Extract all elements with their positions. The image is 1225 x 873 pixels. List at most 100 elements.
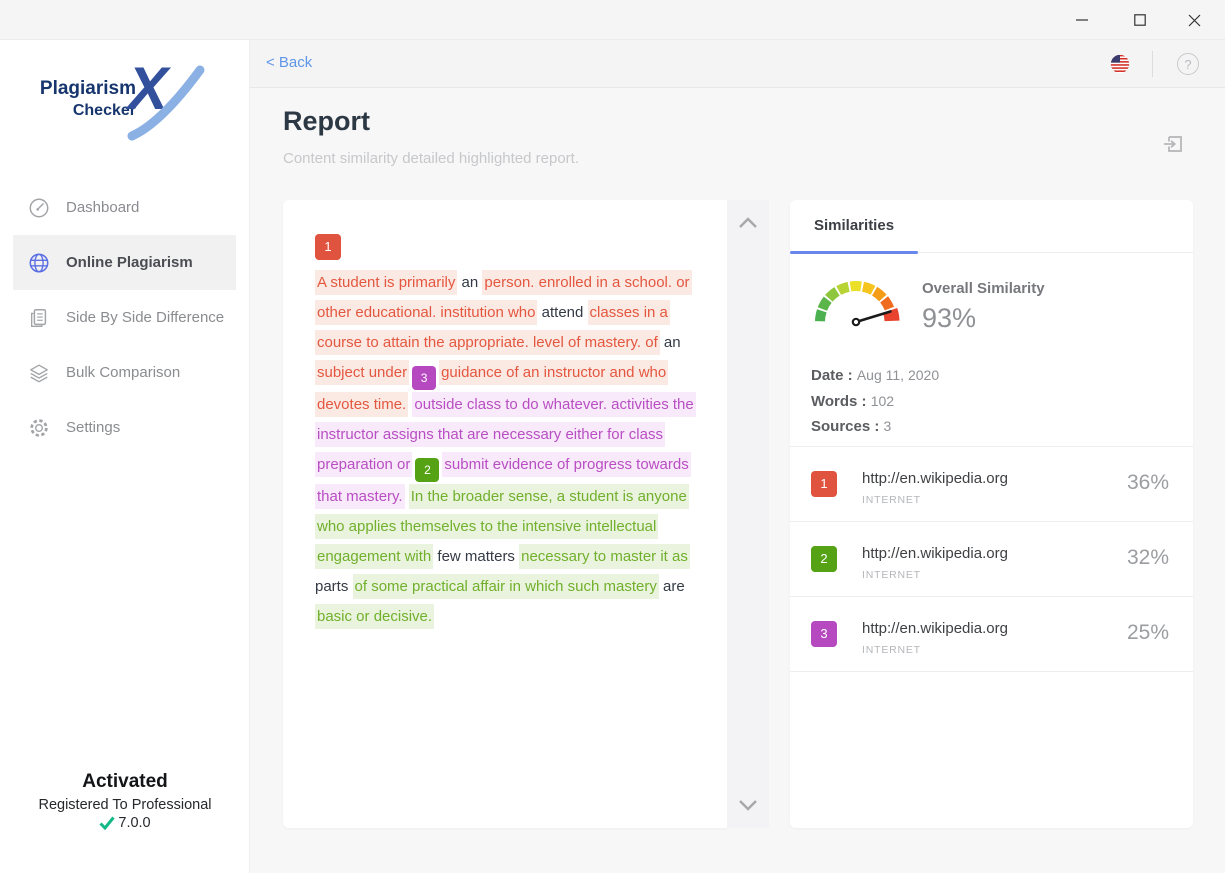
scroll-up-button[interactable] (727, 208, 769, 238)
logo-line2: Checker (0, 101, 136, 120)
source-percent: 32% (1127, 546, 1169, 570)
document-paragraph: A student is primarily an person. enroll… (315, 268, 707, 632)
similarity-gauge (808, 264, 912, 334)
chevron-down-icon (738, 799, 758, 811)
document-inner: 1 A student is primarily an person. enro… (315, 234, 707, 632)
source-marker-badge-2[interactable]: 2 (415, 458, 439, 482)
source-row-3[interactable]: 3http://en.wikipedia.orgINTERNET25% (790, 597, 1193, 672)
help-button[interactable]: ? (1177, 53, 1199, 75)
gauge-segment (822, 300, 827, 309)
activation-status-block: Activated Registered To Professional 7.0… (0, 771, 250, 831)
source-percent: 36% (1127, 471, 1169, 495)
app-logo-text: Plagiarism Checker (0, 78, 136, 120)
tab-active-underline (790, 251, 918, 254)
scroll-down-button[interactable] (727, 790, 769, 820)
gauge-segment (829, 291, 837, 298)
source-number-badge: 2 (811, 546, 837, 572)
source-url[interactable]: http://en.wikipedia.org (862, 470, 1008, 487)
similarities-tabbar: Similarities (790, 200, 1193, 253)
gauge-segment (884, 299, 889, 308)
sidebar-item-dashboard[interactable]: Dashboard (13, 180, 236, 235)
document-scroll-strip (727, 200, 769, 828)
gauge-segment (863, 287, 873, 291)
layers-icon (28, 362, 50, 384)
document-panel: 1 A student is primarily an person. enro… (283, 200, 727, 828)
sidebar-item-side-by-side[interactable]: Side By Side Difference (13, 290, 236, 345)
activation-version: 7.0.0 (118, 815, 150, 831)
logo-swoosh-icon (120, 62, 206, 144)
sources-list: 1 http://en.wikipedia.org INTERNET 36% 2 http… (790, 447, 1193, 672)
sidebar-item-label: Side By Side Difference (66, 309, 224, 326)
back-link[interactable]: < Back (266, 54, 312, 71)
gauge-segment (875, 291, 883, 298)
meta-row: Words : 102 (811, 389, 939, 415)
chevron-up-icon (738, 217, 758, 229)
sidebar-item-settings[interactable]: Settings (13, 400, 236, 455)
maximize-icon (1134, 14, 1146, 26)
sidebar-item-label: Bulk Comparison (66, 364, 180, 381)
documents-icon (28, 307, 50, 329)
meta-row: Sources : 3 (811, 414, 939, 440)
sidebar-item-bulk-comparison[interactable]: Bulk Comparison (13, 345, 236, 400)
sidebar: Plagiarism Checker X Dashboard Online Pl… (0, 40, 250, 873)
plain-text-span: an (457, 274, 482, 291)
highlighted-text-span: basic or decisive. (315, 604, 434, 629)
meta-label: Words : (811, 393, 871, 410)
globe-icon (28, 252, 50, 274)
source-row-1[interactable]: 1 http://en.wikipedia.org INTERNET 36% (790, 447, 1193, 522)
sidebar-item-label: Online Plagiarism (66, 254, 193, 271)
activation-status: Activated (0, 771, 250, 793)
close-button[interactable] (1171, 0, 1217, 40)
plain-text-span: attend (537, 304, 587, 321)
source-number-badge: 3 (811, 621, 837, 647)
minimize-icon (1076, 14, 1088, 26)
source-url[interactable]: http://en.wikipedia.org (862, 620, 1008, 637)
minimize-button[interactable] (1059, 0, 1105, 40)
highlighted-text-span: subject under (315, 360, 409, 385)
activation-version-row: 7.0.0 (0, 815, 250, 831)
highlighted-text-span: necessary to master it as (519, 544, 690, 569)
topbar-divider (1152, 51, 1153, 77)
gauge-needle-hub (853, 319, 859, 325)
gauge-segment (839, 287, 849, 291)
export-report-icon[interactable] (1161, 132, 1185, 156)
us-flag-language-icon[interactable] (1109, 53, 1131, 75)
activation-registered-to: Registered To Professional (0, 797, 250, 813)
meta-value: 102 (871, 393, 894, 409)
plain-text-span: few matters (433, 548, 519, 565)
overall-similarity-label: Overall Similarity (922, 280, 1045, 297)
sidebar-nav: Dashboard Online Plagiarism Side By Side… (0, 180, 249, 455)
source-url[interactable]: http://en.wikipedia.org (862, 545, 1008, 562)
plain-text-span: are (659, 578, 685, 595)
sidebar-item-online-plagiarism[interactable]: Online Plagiarism (13, 235, 236, 290)
source-type: INTERNET (862, 569, 921, 581)
source-row-2[interactable]: 2 http://en.wikipedia.org INTERNET 32% (790, 522, 1193, 597)
report-meta: Date : Aug 11, 2020Words : 102Sources : … (811, 363, 939, 440)
meta-label: Sources : (811, 418, 884, 435)
gauge-segment (820, 311, 822, 321)
plain-text-span: parts (315, 578, 353, 595)
checkmark-icon (99, 816, 115, 830)
window-titlebar (0, 0, 1225, 40)
tab-similarities[interactable]: Similarities (814, 217, 894, 234)
highlighted-text-span: A student is primarily (315, 270, 457, 295)
main-content: Report Content similarity detailed highl… (250, 88, 1225, 873)
page-title: Report (283, 106, 370, 137)
source-number-badge: 1 (811, 471, 837, 497)
similarities-panel: Similarities Overall Similarity 93% Date… (790, 200, 1193, 828)
sidebar-item-label: Dashboard (66, 199, 139, 216)
source-marker-badge-3[interactable]: 3 (412, 366, 436, 390)
source-type: INTERNET (862, 494, 921, 506)
app-logo: Plagiarism Checker X (0, 62, 249, 152)
close-icon (1188, 14, 1201, 27)
sidebar-item-label: Settings (66, 419, 120, 436)
maximize-button[interactable] (1117, 0, 1163, 40)
topbar: < Back ? (250, 40, 1225, 88)
overall-similarity-value: 93% (922, 303, 976, 334)
plain-text-span: an (660, 334, 681, 351)
source-percent: 25% (1127, 621, 1169, 645)
page-subtitle: Content similarity detailed highlighted … (283, 150, 579, 167)
meta-value: 3 (884, 418, 892, 434)
source-marker-badge-1[interactable]: 1 (315, 234, 341, 260)
gear-icon (28, 417, 50, 439)
